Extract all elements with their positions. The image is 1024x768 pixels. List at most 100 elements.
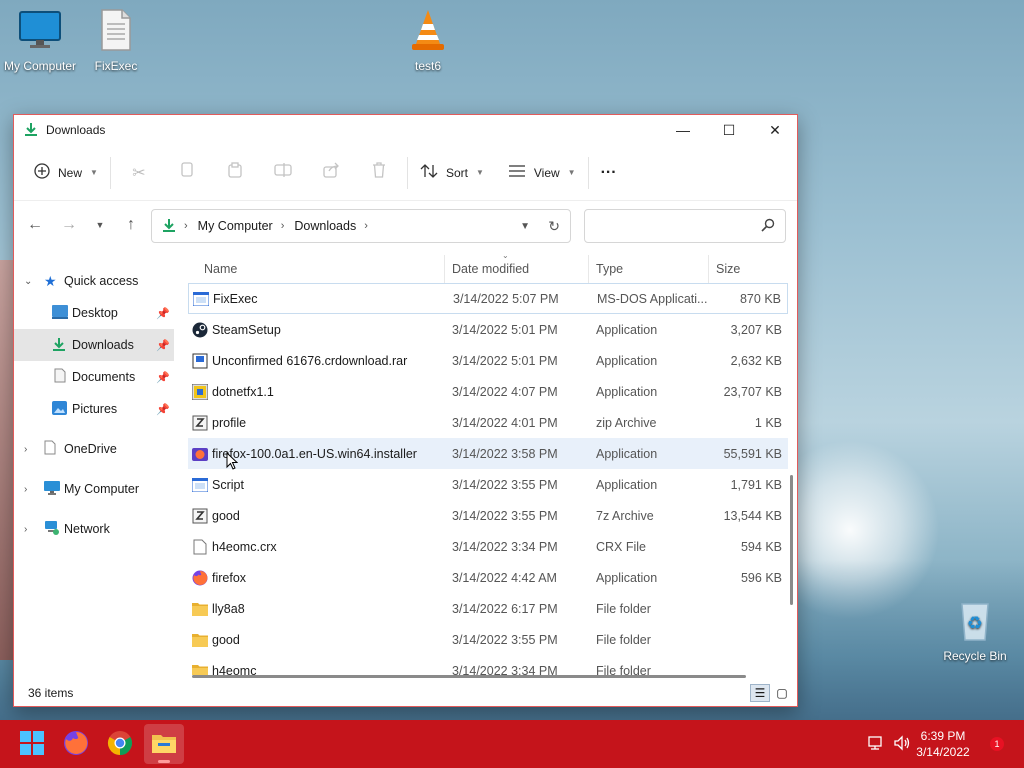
maximize-button[interactable]: ☐: [706, 115, 752, 145]
new-button[interactable]: New ▼: [26, 157, 106, 189]
chevron-right-icon[interactable]: ›: [24, 444, 27, 455]
download-arrow-icon: [24, 122, 38, 139]
file-name: Unconfirmed 61676.crdownload.rar: [212, 353, 408, 368]
horizontal-scrollbar[interactable]: [192, 675, 746, 678]
file-date-modified: 3/14/2022 3:55 PM: [452, 632, 558, 647]
notification-badge[interactable]: 1: [990, 737, 1004, 751]
file-row[interactable]: Script 3/14/2022 3:55 PM Application 1,791 …: [188, 469, 788, 500]
vertical-scrollbar[interactable]: [790, 475, 793, 605]
minimize-button[interactable]: —: [660, 115, 706, 145]
column-header-date[interactable]: Date modified: [452, 262, 529, 276]
forward-button[interactable]: →: [52, 209, 86, 241]
file-row[interactable]: h4eomc 3/14/2022 3:34 PM File folder: [188, 655, 788, 675]
column-divider[interactable]: [444, 255, 445, 283]
breadcrumb-downloads[interactable]: Downloads: [294, 219, 356, 233]
clock-date: 3/14/2022: [916, 745, 970, 759]
clipboard-icon: [228, 162, 242, 183]
delete-button[interactable]: [355, 157, 403, 189]
close-button[interactable]: ✕: [752, 115, 798, 145]
address-bar[interactable]: › My Computer › Downloads › ▼ ↻: [151, 209, 571, 243]
desktop-icon-my-computer[interactable]: My Computer: [0, 8, 80, 73]
column-divider[interactable]: [588, 255, 589, 283]
file-row[interactable]: profile 3/14/2022 4:01 PM zip Archive 1 KB: [188, 407, 788, 438]
chevron-down-icon[interactable]: ⌄: [24, 276, 32, 287]
mouse-cursor-icon: [226, 451, 239, 473]
chevron-right-icon[interactable]: ›: [24, 524, 27, 535]
paste-button[interactable]: [211, 157, 259, 189]
rename-button[interactable]: [259, 157, 307, 189]
chevron-right-icon: ›: [184, 220, 188, 232]
desktop-icon-fixexec[interactable]: FixExec: [76, 8, 156, 73]
details-view-button[interactable]: ☰: [750, 684, 770, 702]
up-button[interactable]: ↑: [114, 209, 148, 241]
file-size: 55,591 KB: [723, 446, 782, 461]
start-button[interactable]: [12, 724, 52, 764]
file-row[interactable]: SteamSetup 3/14/2022 5:01 PM Application 3,…: [188, 314, 788, 345]
wallpaper-rock: [0, 260, 14, 660]
details-view-icon: ☰: [754, 686, 766, 700]
file-row[interactable]: dotnetfx1.1 3/14/2022 4:07 PM Application 2…: [188, 376, 788, 407]
breadcrumb-my-computer[interactable]: My Computer: [198, 219, 273, 233]
sidebar-item-network[interactable]: › Network: [14, 513, 174, 545]
taskbar-chrome[interactable]: [100, 724, 140, 764]
file-type: zip Archive: [596, 415, 657, 430]
file-row[interactable]: good 3/14/2022 3:55 PM 7z Archive 13,544 KB: [188, 500, 788, 531]
column-divider[interactable]: [708, 255, 709, 283]
taskbar-file-explorer[interactable]: [144, 724, 184, 764]
desktop-icon-test6[interactable]: test6: [388, 8, 468, 73]
file-row[interactable]: Unconfirmed 61676.crdownload.rar 3/14/202…: [188, 345, 788, 376]
file-name: SteamSetup: [212, 322, 281, 337]
file-name: h4eomc: [212, 663, 257, 676]
file-name: h4eomc.crx: [212, 539, 277, 554]
file-name: Script: [212, 477, 244, 492]
back-button[interactable]: ←: [18, 209, 52, 241]
network-tray-icon[interactable]: [866, 735, 884, 754]
file-row[interactable]: lly8a8 3/14/2022 6:17 PM File folder: [188, 593, 788, 624]
sidebar-item-pictures[interactable]: Pictures 📌: [14, 393, 174, 425]
file-type: Application: [596, 322, 658, 337]
status-bar: 36 items ☰ ▢: [14, 680, 797, 706]
file-row[interactable]: good 3/14/2022 3:55 PM File folder: [188, 624, 788, 655]
cut-button[interactable]: ✂: [115, 157, 163, 189]
new-label: New: [58, 165, 83, 180]
taskbar-firefox[interactable]: [56, 724, 96, 764]
recent-locations-button[interactable]: ▼: [86, 209, 114, 241]
search-box[interactable]: [584, 209, 786, 243]
chevron-right-icon[interactable]: ›: [24, 484, 27, 495]
file-date-modified: 3/14/2022 4:42 AM: [452, 570, 557, 585]
sidebar-item-onedrive[interactable]: › OneDrive: [14, 433, 174, 465]
address-row: ← → ▼ ↑ › My Computer › Downloads › ▼ ↻: [14, 201, 797, 249]
document-icon: [76, 8, 156, 55]
file-row[interactable]: firefox 3/14/2022 4:42 AM Application 596 K…: [188, 562, 788, 593]
column-header-name[interactable]: Name: [204, 262, 237, 276]
file-row[interactable]: FixExec 3/14/2022 5:07 PM MS-DOS Applicati…: [188, 283, 788, 314]
copy-button[interactable]: [163, 157, 211, 189]
desktop-icon-label: test6: [414, 59, 441, 73]
taskbar-clock[interactable]: 6:39 PM 3/14/2022: [908, 728, 978, 760]
tiles-view-button[interactable]: ▢: [772, 684, 792, 702]
sort-button[interactable]: Sort ▼: [412, 157, 492, 189]
title-bar[interactable]: Downloads — ☐ ✕: [14, 115, 797, 145]
sidebar-item-desktop[interactable]: Desktop 📌: [14, 297, 174, 329]
column-header-size[interactable]: Size: [716, 262, 740, 276]
file-type: Application: [596, 446, 658, 461]
sidebar-item-quick-access[interactable]: ⌄ ★ Quick access: [14, 265, 174, 297]
file-name: profile: [212, 415, 247, 430]
address-dropdown-icon[interactable]: ▼: [520, 221, 530, 232]
sidebar-item-documents[interactable]: Documents 📌: [14, 361, 174, 393]
column-header-type[interactable]: Type: [596, 262, 623, 276]
share-button[interactable]: [307, 157, 355, 189]
file-row[interactable]: firefox-100.0a1.en-US.win64.installer 3/1…: [188, 438, 788, 469]
sidebar-item-downloads[interactable]: Downloads 📌: [14, 329, 174, 361]
refresh-icon[interactable]: ↻: [548, 218, 560, 235]
file-name: FixExec: [213, 291, 258, 306]
desktop-icon-recycle-bin[interactable]: ♻ Recycle Bin: [935, 598, 1015, 663]
view-button[interactable]: View ▼: [500, 157, 584, 189]
sort-chevron-icon: ⌄: [502, 255, 509, 260]
more-options-button[interactable]: ···: [593, 157, 625, 189]
star-icon: ★: [44, 272, 57, 289]
sidebar-item-my-computer[interactable]: › My Computer: [14, 473, 174, 505]
copy-icon: [180, 162, 194, 183]
file-date-modified: 3/14/2022 4:07 PM: [452, 384, 558, 399]
file-row[interactable]: h4eomc.crx 3/14/2022 3:34 PM CRX File 594 K…: [188, 531, 788, 562]
